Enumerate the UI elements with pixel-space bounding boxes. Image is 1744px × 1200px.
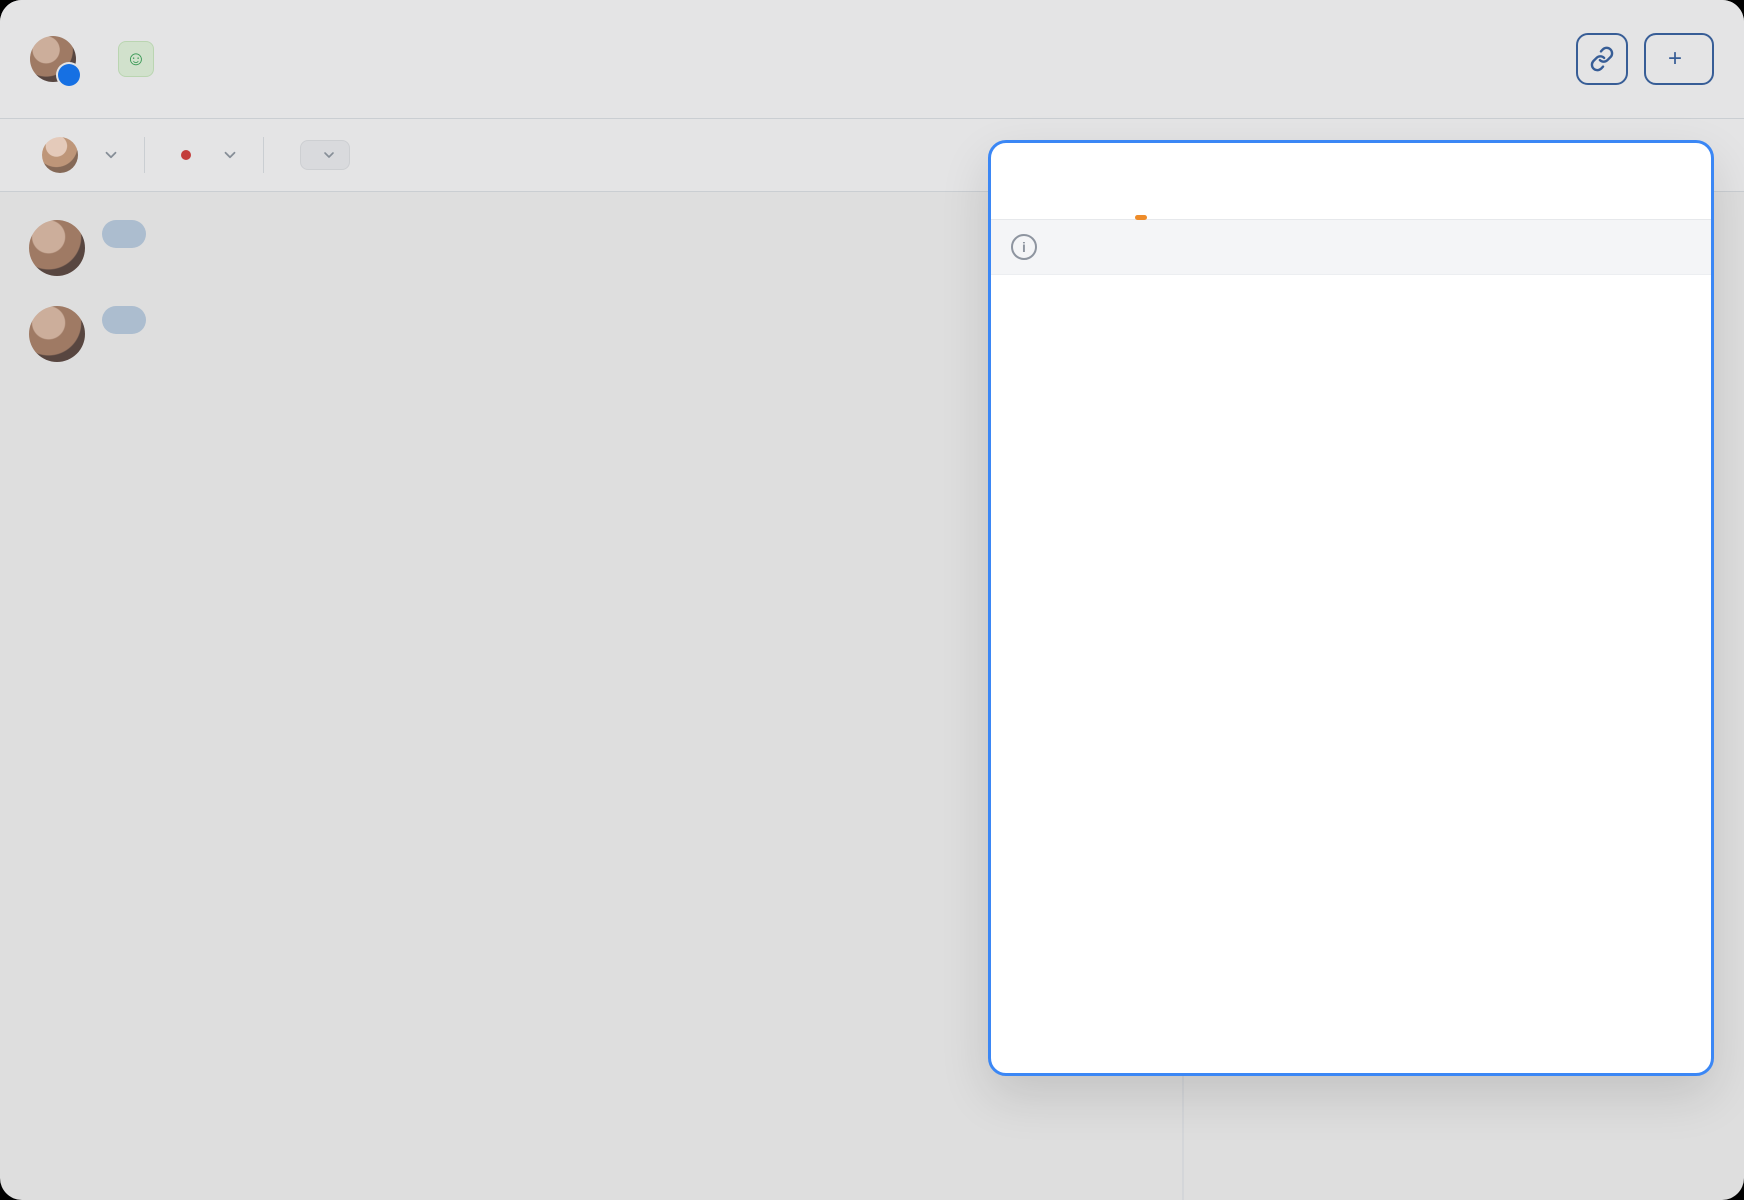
sender-avatar[interactable] <box>29 306 85 362</box>
assignee-field[interactable] <box>30 137 120 173</box>
tab-history[interactable] <box>1139 183 1143 219</box>
header: ☺ + <box>0 0 1744 119</box>
copy-link-button[interactable] <box>1576 33 1628 85</box>
assignee-avatar <box>42 137 78 173</box>
divider <box>263 137 264 173</box>
reaction-icon[interactable]: ☺ <box>118 41 154 77</box>
link-icon <box>1589 46 1615 72</box>
popover-tabs <box>991 143 1711 220</box>
chevron-down-icon <box>321 147 337 163</box>
popover-subhead: i <box>991 220 1711 275</box>
tab-user-info[interactable] <box>1079 183 1083 219</box>
sender-avatar[interactable] <box>29 220 85 276</box>
follow-button[interactable]: + <box>1644 33 1714 85</box>
chevron-down-icon <box>221 146 239 164</box>
divider <box>144 137 145 173</box>
plus-icon: + <box>1668 47 1682 71</box>
chevron-down-icon <box>102 146 120 164</box>
message-bubble[interactable] <box>102 220 146 248</box>
priority-dot-icon <box>181 150 191 160</box>
history-timeline[interactable] <box>991 275 1711 303</box>
status-field <box>288 140 350 170</box>
facebook-icon <box>58 64 80 86</box>
priority-field[interactable] <box>169 146 239 164</box>
status-select[interactable] <box>300 140 350 170</box>
tab-activity[interactable] <box>1019 183 1023 219</box>
message-bubble[interactable] <box>102 306 146 334</box>
info-icon: i <box>1011 234 1037 260</box>
sender-avatar[interactable] <box>30 36 76 82</box>
history-popover: i <box>988 140 1714 1076</box>
